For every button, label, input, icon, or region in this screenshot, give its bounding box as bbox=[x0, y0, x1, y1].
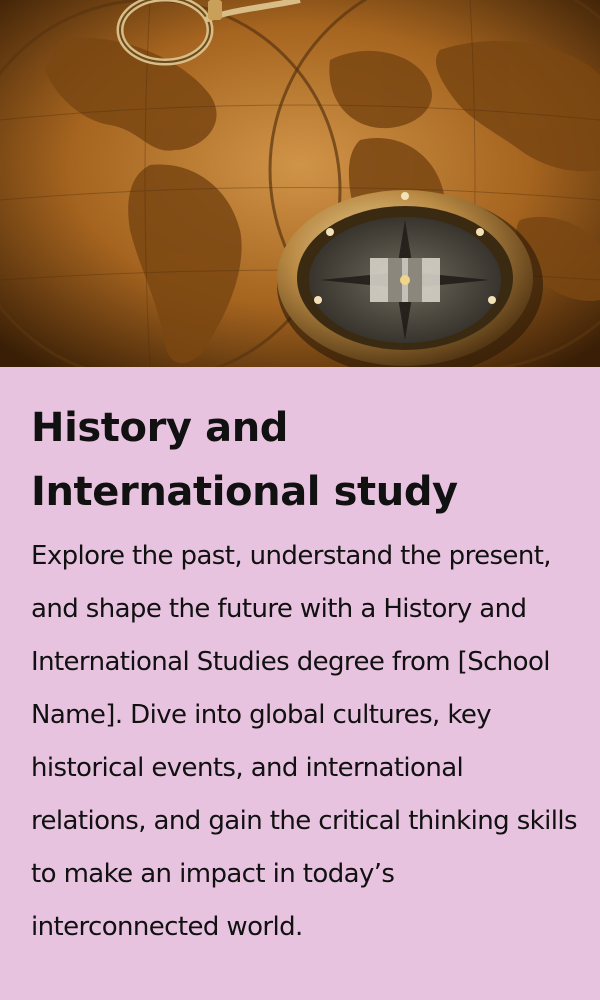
hero-image bbox=[0, 0, 600, 367]
promo-card: History and International study Explore … bbox=[0, 0, 600, 1000]
antique-map-compass-illustration bbox=[0, 0, 600, 367]
card-title: History and International study bbox=[31, 405, 458, 515]
card-description: Explore the past, understand the present… bbox=[31, 541, 578, 942]
card-content: History and International study Explore … bbox=[31, 396, 581, 954]
